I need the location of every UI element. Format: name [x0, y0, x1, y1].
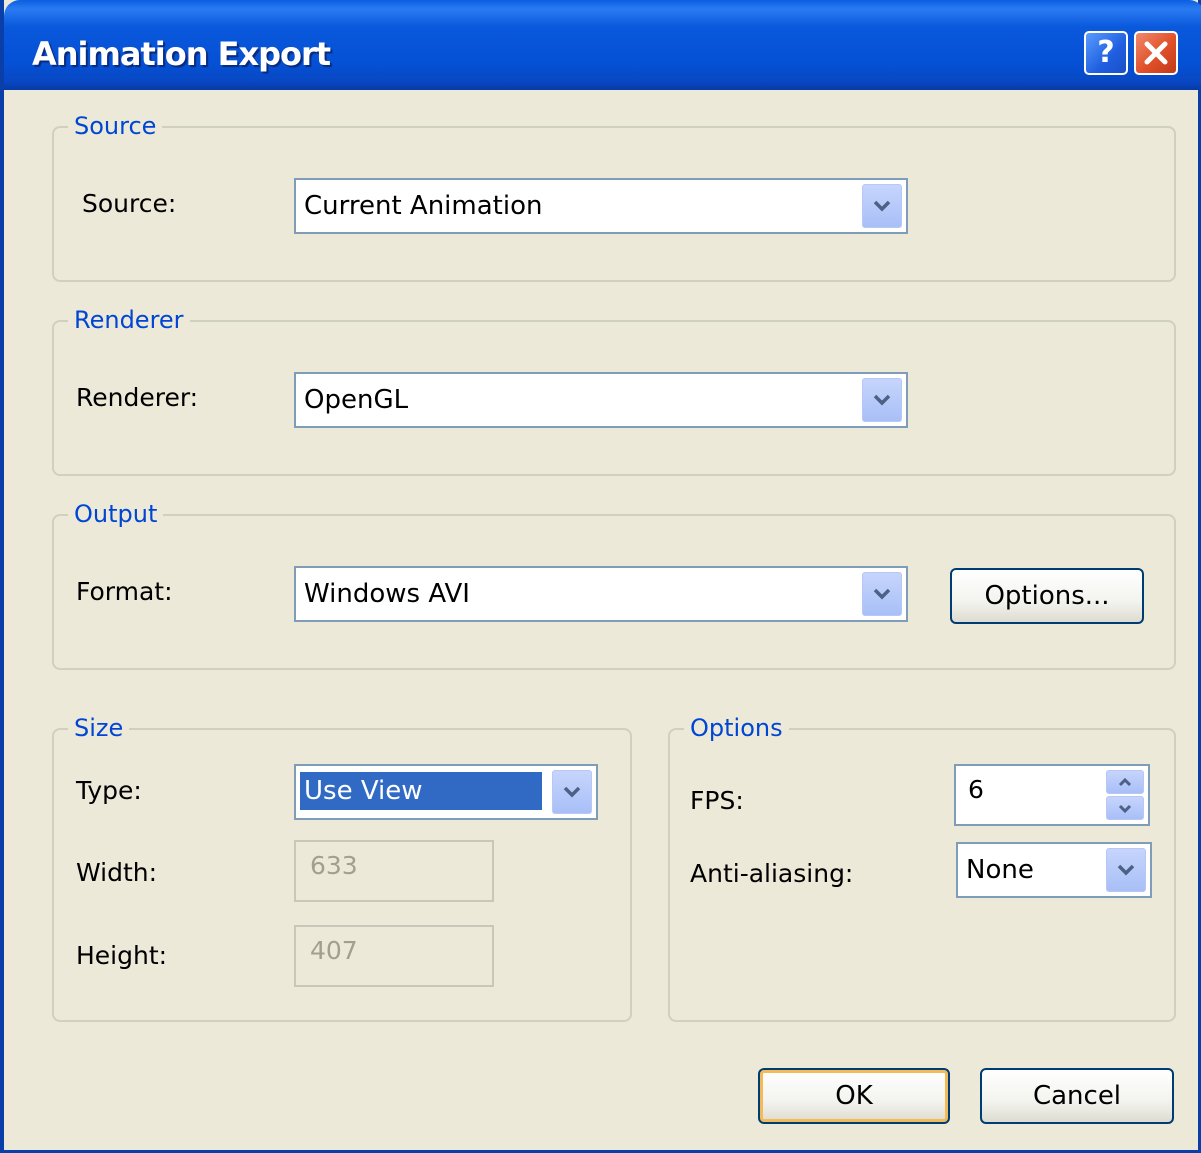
animation-export-dialog: Animation Export ? Source Source: Curren…: [0, 0, 1201, 1153]
format-label: Format:: [76, 577, 173, 606]
format-select-value: Windows AVI: [304, 579, 470, 609]
source-group-legend: Source: [68, 111, 163, 141]
chevron-down-icon: [1117, 864, 1135, 876]
antialiasing-select[interactable]: None: [956, 842, 1152, 898]
size-type-select[interactable]: Use View: [294, 764, 598, 820]
chevron-down-icon: [873, 200, 891, 212]
width-field[interactable]: 633: [294, 840, 494, 902]
type-label: Type:: [76, 776, 142, 805]
help-button[interactable]: ?: [1084, 31, 1128, 75]
help-icon: ?: [1097, 35, 1115, 70]
size-type-select-value: Use View: [300, 772, 542, 810]
source-select[interactable]: Current Animation: [294, 178, 908, 234]
chevron-up-icon: [1118, 777, 1132, 786]
window-title: Animation Export: [32, 35, 331, 73]
chevron-down-icon: [873, 394, 891, 406]
fps-spinner[interactable]: 6: [954, 764, 1150, 826]
chevron-down-icon: [563, 786, 581, 798]
renderer-dropdown-button[interactable]: [862, 378, 902, 422]
ok-button[interactable]: OK: [758, 1068, 950, 1124]
size-type-dropdown-button[interactable]: [552, 770, 592, 814]
chevron-down-icon: [873, 588, 891, 600]
width-field-value: 633: [310, 851, 358, 880]
height-field-value: 407: [310, 936, 358, 965]
antialiasing-dropdown-button[interactable]: [1106, 848, 1146, 892]
close-button[interactable]: [1134, 31, 1178, 75]
format-options-button[interactable]: Options...: [950, 568, 1144, 624]
fps-decrement-button[interactable]: [1106, 796, 1144, 820]
height-field[interactable]: 407: [294, 925, 494, 987]
fps-label: FPS:: [690, 786, 744, 815]
source-dropdown-button[interactable]: [862, 184, 902, 228]
antialiasing-label: Anti-aliasing:: [690, 859, 854, 888]
renderer-label: Renderer:: [76, 383, 199, 412]
height-label: Height:: [76, 941, 168, 970]
ok-button-label: OK: [835, 1081, 873, 1111]
renderer-group-legend: Renderer: [68, 305, 190, 335]
cancel-button[interactable]: Cancel: [980, 1068, 1174, 1124]
fps-increment-button[interactable]: [1106, 770, 1144, 794]
close-icon: [1144, 41, 1168, 65]
format-select[interactable]: Windows AVI: [294, 566, 908, 622]
size-group-legend: Size: [68, 713, 130, 743]
format-dropdown-button[interactable]: [862, 572, 902, 616]
source-label: Source:: [82, 189, 177, 218]
fps-spinner-value: 6: [968, 775, 984, 804]
cancel-button-label: Cancel: [1032, 1081, 1122, 1111]
options-group-legend: Options: [684, 713, 789, 743]
renderer-select-value: OpenGL: [304, 385, 409, 415]
chevron-down-icon: [1118, 804, 1132, 813]
width-label: Width:: [76, 858, 158, 887]
format-options-button-label: Options...: [984, 581, 1110, 611]
source-select-value: Current Animation: [304, 191, 543, 221]
title-bar[interactable]: Animation Export ?: [4, 0, 1201, 90]
antialiasing-select-value: None: [966, 855, 1034, 885]
output-group-legend: Output: [68, 499, 164, 529]
renderer-select[interactable]: OpenGL: [294, 372, 908, 428]
